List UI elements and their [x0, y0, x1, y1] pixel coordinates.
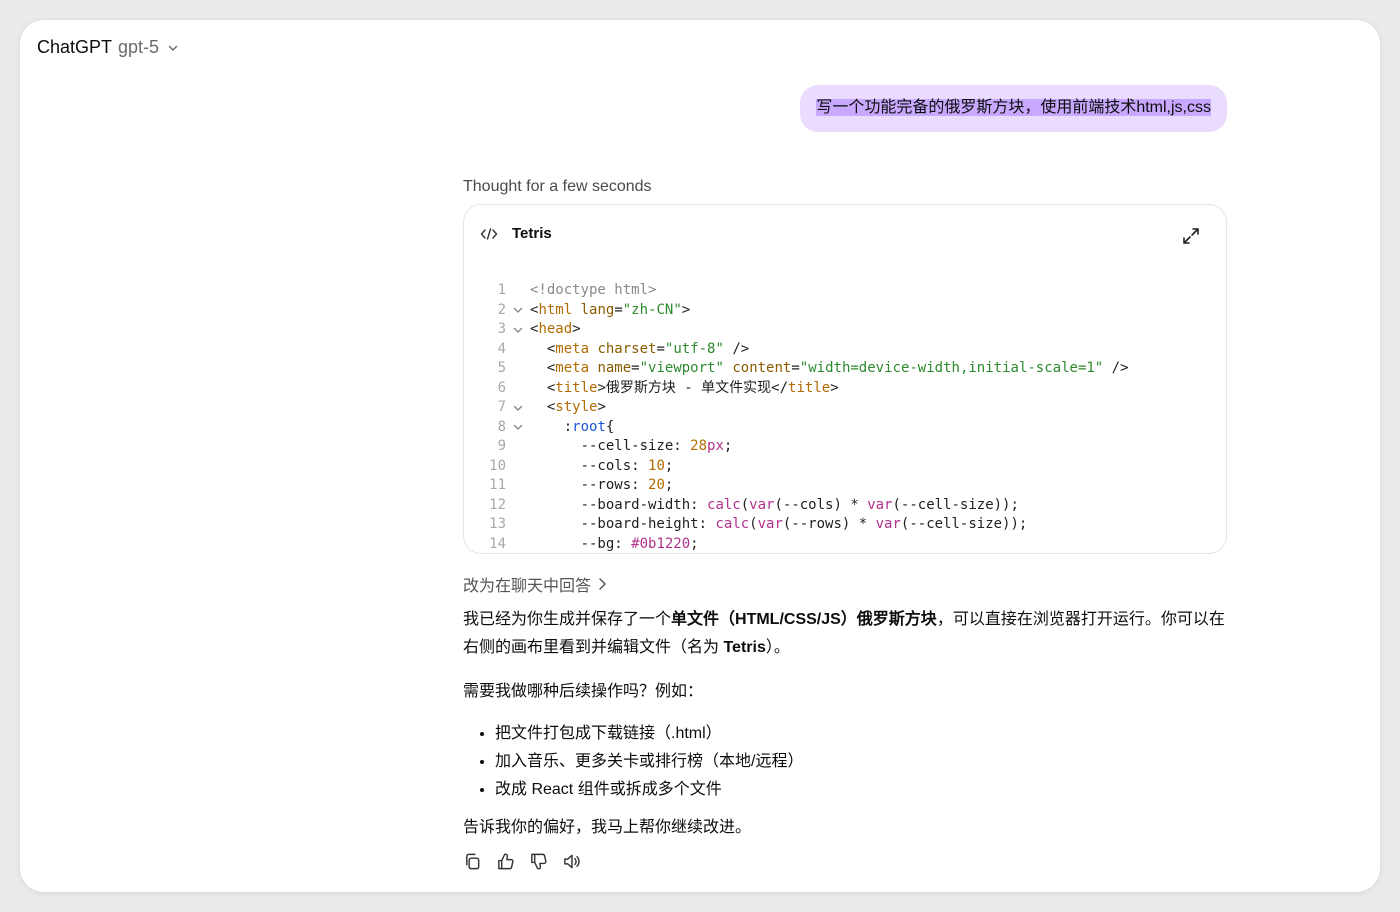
model-name: gpt-5 [118, 37, 160, 57]
fold-gutter [506, 437, 530, 457]
code-text: --board-height: calc(var(--rows) * var(-… [530, 516, 1028, 532]
fold-chevron-icon[interactable] [506, 301, 530, 321]
list-item: 把文件打包成下载链接（.html） [495, 720, 1233, 748]
canvas-card[interactable]: Tetris 1 <!doctype html> 2 <html lang="zh-C… [463, 204, 1227, 554]
code-line[interactable]: 11 --rows: 20; [476, 476, 1216, 496]
line-number: 12 [489, 496, 506, 513]
code-line[interactable]: 2 <html lang="zh-CN"> [476, 301, 1216, 321]
fold-gutter [506, 535, 530, 554]
code-line[interactable]: 5 <meta name="viewport" content="width=d… [476, 359, 1216, 379]
code-line[interactable]: 14 --bg: #0b1220; [476, 535, 1216, 554]
code-text: --bg: #0b1220; [530, 535, 699, 552]
thumbs-down-icon[interactable] [529, 852, 548, 871]
code-line[interactable]: 12 --board-width: calc(var(--cols) * var… [476, 496, 1216, 516]
line-number: 2 [497, 301, 506, 318]
app-name: ChatGPT [37, 37, 113, 57]
code-text: <title>俄罗斯方块 - 单文件实现</title> [530, 379, 839, 396]
line-number: 4 [497, 340, 506, 357]
code-icon [480, 227, 498, 240]
code-line[interactable]: 1 <!doctype html> [476, 281, 1216, 301]
chat-window: ChatGPT gpt-5 写一个功能完备的俄罗斯方块，使用前端技术html,j… [20, 20, 1380, 892]
user-message-text: 写一个功能完备的俄罗斯方块，使用前端技术html,js,css [816, 99, 1211, 116]
reply-paragraph-3: 告诉我你的偏好，我马上帮你继续改进。 [463, 819, 752, 836]
code-text: --board-width: calc(var(--cols) * var(--… [530, 496, 1019, 513]
fold-chevron-icon[interactable] [506, 320, 530, 340]
code-text: <style> [530, 399, 606, 415]
fold-chevron-icon[interactable] [506, 418, 530, 438]
line-number: 5 [497, 360, 506, 376]
line-number: 3 [497, 321, 506, 337]
code-text: :root{ [530, 418, 615, 435]
message-actions [463, 852, 581, 871]
fold-gutter [506, 457, 530, 477]
code-text: <head> [530, 321, 581, 337]
code-text: <meta name="viewport" content="width=dev… [530, 360, 1129, 376]
answer-in-chat-link[interactable]: 改为在聊天中回答 [463, 572, 607, 596]
code-line[interactable]: 10 --cols: 10; [476, 457, 1216, 477]
assistant-reply: 我已经为你生成并保存了一个单文件（HTML/CSS/JS）俄罗斯方块，可以直接在… [463, 606, 1233, 842]
reply-bold-text: 单文件（HTML/CSS/JS）俄罗斯方块 [671, 611, 937, 628]
line-number: 10 [489, 457, 506, 474]
code-text: <meta charset="utf-8" /> [530, 340, 750, 357]
fold-gutter [506, 496, 530, 516]
reply-paragraph-1: 我已经为你生成并保存了一个单文件（HTML/CSS/JS）俄罗斯方块，可以直接在… [463, 606, 1233, 662]
line-number: 7 [497, 399, 506, 415]
reply-bullet-list: 把文件打包成下载链接（.html） 加入音乐、更多关卡或排行榜（本地/远程） 改… [463, 720, 1233, 804]
code-text: --cell-size: 28px; [530, 438, 733, 454]
canvas-title: Tetris [512, 225, 552, 242]
line-number: 6 [497, 379, 506, 396]
user-message-bubble: 写一个功能完备的俄罗斯方块，使用前端技术html,js,css [800, 85, 1227, 132]
code-line[interactable]: 6 <title>俄罗斯方块 - 单文件实现</title> [476, 379, 1216, 399]
code-line[interactable]: 9 --cell-size: 28px; [476, 437, 1216, 457]
code-line[interactable]: 8 :root{ [476, 418, 1216, 438]
reply-bold-text: Tetris [723, 639, 766, 656]
code-line[interactable]: 7 <style> [476, 398, 1216, 418]
fold-chevron-icon[interactable] [506, 398, 530, 418]
fold-gutter [506, 515, 530, 535]
code-text: <html lang="zh-CN"> [530, 301, 691, 318]
line-number: 14 [489, 535, 506, 552]
reply-text: ）。 [765, 639, 790, 656]
line-number: 11 [489, 477, 506, 493]
copy-icon[interactable] [463, 852, 482, 871]
fold-gutter [506, 379, 530, 399]
list-item: 加入音乐、更多关卡或排行榜（本地/远程） [495, 748, 1233, 776]
reply-text: 我已经为你生成并保存了一个 [463, 611, 672, 628]
chevron-right-icon [599, 578, 606, 590]
canvas-header: Tetris [480, 225, 552, 242]
line-number: 13 [489, 516, 506, 532]
code-line[interactable]: 4 <meta charset="utf-8" /> [476, 340, 1216, 360]
reply-paragraph-2: 需要我做哪种后续操作吗？例如： [463, 683, 704, 700]
line-number: 8 [497, 418, 506, 435]
expand-icon[interactable] [1180, 225, 1202, 247]
speaker-icon[interactable] [562, 852, 581, 871]
model-selector[interactable]: ChatGPT gpt-5 [37, 37, 179, 58]
answer-in-chat-label: 改为在聊天中回答 [463, 578, 592, 595]
fold-gutter [506, 281, 530, 301]
code-text: <!doctype html> [530, 282, 657, 298]
fold-gutter [506, 476, 530, 496]
thought-status[interactable]: Thought for a few seconds [463, 178, 652, 196]
code-text: --cols: 10; [530, 457, 674, 474]
list-item: 改成 React 组件或拆成多个文件 [495, 776, 1233, 804]
fold-gutter [506, 359, 530, 379]
line-number: 1 [497, 282, 506, 298]
code-line[interactable]: 13 --board-height: calc(var(--rows) * va… [476, 515, 1216, 535]
thumbs-up-icon[interactable] [496, 852, 515, 871]
line-number: 9 [497, 438, 506, 454]
chevron-down-icon [168, 45, 178, 51]
code-editor[interactable]: 1 <!doctype html> 2 <html lang="zh-CN"> 3 <he… [476, 281, 1216, 554]
fold-gutter [506, 340, 530, 360]
code-line[interactable]: 3 <head> [476, 320, 1216, 340]
code-text: --rows: 20; [530, 477, 674, 493]
